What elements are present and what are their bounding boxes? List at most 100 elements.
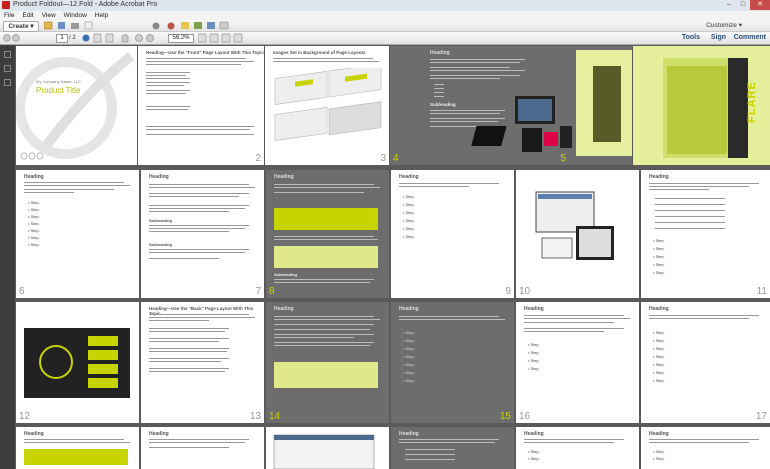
page-heading: Heading xyxy=(649,306,669,312)
page-14: Heading 14 xyxy=(266,302,389,423)
open-icon xyxy=(44,21,53,30)
maximize-button[interactable]: □ xyxy=(736,0,750,10)
menu-help[interactable]: Help xyxy=(95,11,108,20)
list-item: • Step. xyxy=(653,238,665,243)
attach-icon xyxy=(207,22,215,29)
list-item: • Step. xyxy=(403,218,415,223)
minimize-button[interactable]: – xyxy=(722,0,736,10)
tools-tab[interactable]: Tools xyxy=(682,32,700,44)
page-heading: Heading xyxy=(149,431,169,437)
list-item: • Step. xyxy=(403,226,415,231)
main-toolbar: Create ▾ Customize ▾ xyxy=(0,20,770,32)
page-number: 2 xyxy=(255,153,261,164)
menu-edit[interactable]: Edit xyxy=(22,11,33,20)
view-icons xyxy=(198,33,243,43)
list-item: • Step. xyxy=(528,456,540,461)
create-button[interactable]: Create ▾ xyxy=(3,21,39,32)
page-icon xyxy=(93,33,102,43)
print-icon xyxy=(71,23,79,29)
list-item: • Step. xyxy=(653,254,665,259)
close-button[interactable]: ✕ xyxy=(750,0,770,10)
page-heading: Heading xyxy=(524,431,544,437)
menu-window[interactable]: Window xyxy=(64,11,87,20)
page-6: Heading • Step. • Step. • Step. • Step. • … xyxy=(16,170,139,298)
zoom-level-input[interactable]: 56.2% xyxy=(168,34,194,43)
hand-tool-icon xyxy=(121,33,129,43)
page-number: 11 xyxy=(756,286,767,297)
page-nav-icons xyxy=(3,34,20,42)
list-item: • Step. xyxy=(653,270,665,275)
page-7: Heading Subheading Subheading 7 xyxy=(141,170,264,298)
navigation-toolbar: 1 / 2 56.2% Tools Sign Comment xyxy=(0,32,770,45)
list-item: • Step. xyxy=(403,330,415,335)
list-item: • Step. xyxy=(528,358,540,363)
page-3: Images Set in Background of Page Layouts… xyxy=(265,46,389,165)
customize-menu[interactable]: Customize ▾ xyxy=(706,20,742,31)
comment-tab[interactable]: Comment xyxy=(734,32,766,44)
list-item: • Step. xyxy=(528,366,540,371)
page-view-icon xyxy=(105,33,114,43)
list-item: • Step. xyxy=(653,370,665,375)
page-8: Heading Subheading 8 xyxy=(266,170,389,298)
page-number: 17 xyxy=(755,411,767,422)
review-icon xyxy=(219,21,229,30)
attachments-icon[interactable] xyxy=(4,79,11,86)
menu-view[interactable]: View xyxy=(42,11,56,20)
sign-icon xyxy=(194,22,202,29)
page-15: Heading • Step. • Step. • Step. • Step. • … xyxy=(391,302,514,423)
menu-file[interactable]: File xyxy=(4,11,14,20)
list-item: • Step. xyxy=(403,234,415,239)
list-item: • Step. xyxy=(28,242,40,247)
next-page-icon xyxy=(12,34,20,42)
list-item: • Step. xyxy=(653,456,665,461)
page-subheading: Subheading xyxy=(149,218,172,223)
email-icon xyxy=(84,21,93,30)
page-number: 3 xyxy=(380,153,386,164)
document-viewport[interactable]: My Company Name, LLC Product Title Headi… xyxy=(15,45,770,469)
page-1: My Company Name, LLC Product Title xyxy=(16,46,137,165)
screenshot-images xyxy=(535,191,614,260)
list-item: • Step. xyxy=(28,207,40,212)
tool-icons xyxy=(82,33,154,43)
page-10: 10 xyxy=(516,170,639,298)
page-number: 13 xyxy=(249,411,261,422)
sign-tab[interactable]: Sign xyxy=(711,32,726,44)
page-number: 16 xyxy=(519,411,531,422)
page-number-input[interactable]: 1 xyxy=(56,34,68,43)
zoom-out-icon xyxy=(135,34,143,42)
page-thumbnails-icon[interactable] xyxy=(4,51,11,58)
list-item: • Step. xyxy=(653,346,665,351)
settings-icon xyxy=(152,22,160,30)
page-number: 4 xyxy=(393,153,399,164)
page-22: Heading • Step. • Step. xyxy=(516,427,639,469)
list-item: • Step. xyxy=(403,194,415,199)
list-item: • Step. xyxy=(653,262,665,267)
page-19: Heading xyxy=(141,427,264,469)
page-heading: Heading xyxy=(649,174,669,180)
full-screen-icon xyxy=(233,33,243,43)
page-2: Heading—Use the "Front" Page Layout With… xyxy=(138,46,264,165)
page-heading: Heading xyxy=(274,174,294,180)
device-images xyxy=(471,50,632,156)
list-item: • Step. xyxy=(403,354,415,359)
list-item: • Step. xyxy=(28,214,40,219)
list-item: • Step. xyxy=(528,342,540,347)
list-item: • Step. xyxy=(28,221,40,226)
list-item: • Step. xyxy=(653,246,665,251)
page-9: Heading • Step. • Step. • Step. • Step. • … xyxy=(391,170,514,298)
page-18: Heading xyxy=(16,427,139,469)
page-number: 6 xyxy=(19,286,25,297)
page-heading: Heading xyxy=(24,431,44,437)
list-item: • Step. xyxy=(403,378,415,383)
page-number: 14 xyxy=(269,411,281,422)
list-item: • Step. xyxy=(403,202,415,207)
list-item: • Step. xyxy=(28,235,40,240)
bookmarks-icon[interactable] xyxy=(4,65,11,72)
company-name: My Company Name, LLC xyxy=(36,79,81,84)
list-item: • Step. xyxy=(28,228,40,233)
previous-page-icon xyxy=(3,34,11,42)
zoom-in-icon xyxy=(146,34,154,42)
page-number-5: 5 xyxy=(560,153,566,164)
page-subheading-2: Subheading xyxy=(149,242,172,247)
fit-page-icon xyxy=(198,33,207,43)
